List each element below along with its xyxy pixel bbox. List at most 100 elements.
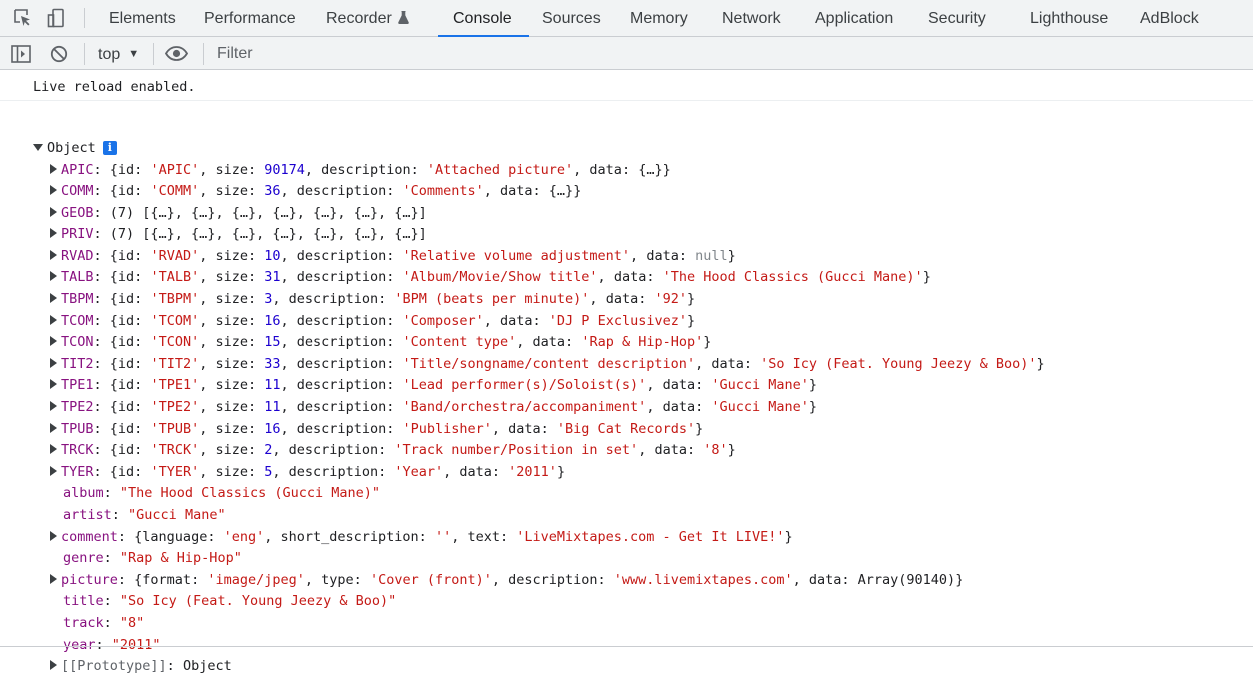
- sub-key: language: [142, 529, 208, 545]
- expand-arrow-icon[interactable]: [50, 444, 57, 454]
- tree-row-artist[interactable]: artist: "Gucci Mane": [63, 505, 226, 526]
- object-root[interactable]: Object i: [33, 138, 117, 159]
- console-message: Live reload enabled.: [0, 70, 1253, 101]
- sub-key: short_description: [280, 529, 419, 545]
- expand-arrow-icon[interactable]: [50, 379, 57, 389]
- sub-key: id: [117, 269, 135, 285]
- sub-key: id: [117, 356, 135, 372]
- tab-performance[interactable]: Performance: [204, 0, 296, 36]
- tree-row-comment[interactable]: comment: {language: 'eng', short_descrip…: [50, 527, 793, 548]
- prop-key: track: [63, 615, 104, 631]
- tab-elements[interactable]: Elements: [109, 0, 176, 36]
- tab-sources[interactable]: Sources: [542, 0, 601, 36]
- expand-arrow-icon[interactable]: [50, 164, 57, 174]
- clear-console-icon[interactable]: [50, 45, 68, 68]
- prop-key: title: [63, 593, 104, 609]
- tree-row-title[interactable]: title: "So Icy (Feat. Young Jeezy & Boo)…: [63, 591, 396, 612]
- console-toolbar: top ▼: [0, 37, 1253, 70]
- toolbar-divider: [153, 43, 154, 65]
- expand-arrow-icon[interactable]: [50, 185, 57, 195]
- tree-row-genre[interactable]: genre: "Rap & Hip-Hop": [63, 548, 242, 569]
- tree-row-prototype[interactable]: [[Prototype]]: Object: [50, 656, 232, 677]
- expand-arrow-icon[interactable]: [50, 228, 57, 238]
- tree-row-tcon[interactable]: TCON: {id: 'TCON', size: 15, description…: [50, 332, 711, 353]
- tree-row-rvad[interactable]: RVAD: {id: 'RVAD', size: 10, description…: [50, 246, 736, 267]
- inspect-element-icon[interactable]: [13, 8, 33, 28]
- tab-label: Application: [815, 10, 894, 27]
- tab-application[interactable]: Application: [815, 0, 893, 36]
- tree-row-tyer[interactable]: TYER: {id: 'TYER', size: 5, description:…: [50, 462, 565, 483]
- string-value: 'TBPM': [150, 291, 200, 307]
- string-value: 'TALB': [150, 269, 200, 285]
- tree-row-tbpm[interactable]: TBPM: {id: 'TBPM', size: 3, description:…: [50, 289, 695, 310]
- prop-key: TBPM: [61, 291, 94, 307]
- tree-row-apic[interactable]: APIC: {id: 'APIC', size: 90174, descript…: [50, 160, 671, 181]
- prop-key: album: [63, 485, 104, 501]
- expand-arrow-icon[interactable]: [50, 336, 57, 346]
- string-value: 'Rap & Hip-Hop': [581, 334, 704, 350]
- expand-arrow-icon[interactable]: [50, 531, 57, 541]
- tree-row-tit2[interactable]: TIT2: {id: 'TIT2', size: 33, description…: [50, 354, 1045, 375]
- number-value: 11: [264, 399, 281, 415]
- tree-row-picture[interactable]: picture: {format: 'image/jpeg', type: 'C…: [50, 570, 963, 591]
- tab-lighthouse[interactable]: Lighthouse: [1030, 0, 1108, 36]
- tab-adblock[interactable]: AdBlock: [1140, 0, 1199, 36]
- expand-arrow-icon[interactable]: [50, 250, 57, 260]
- string-value: 'Attached picture': [426, 162, 574, 178]
- string-value: 'TIT2': [150, 356, 200, 372]
- sub-key: description: [296, 183, 387, 199]
- info-icon[interactable]: i: [102, 141, 117, 155]
- filter-input[interactable]: [210, 41, 1247, 66]
- prop-key: TYER: [61, 464, 94, 480]
- sub-key: data: [500, 313, 533, 329]
- expand-arrow-icon[interactable]: [50, 466, 57, 476]
- string-value: 'Publisher': [402, 421, 492, 437]
- eye-icon[interactable]: [164, 46, 189, 66]
- tab-network[interactable]: Network: [722, 0, 781, 36]
- tree-row-tpe2[interactable]: TPE2: {id: 'TPE2', size: 11, description…: [50, 397, 817, 418]
- sidebar-toggle-icon[interactable]: [11, 45, 31, 68]
- expand-arrow-icon[interactable]: [50, 315, 57, 325]
- expand-arrow-icon[interactable]: [50, 574, 57, 584]
- tab-security[interactable]: Security: [928, 0, 986, 36]
- sub-key: id: [117, 291, 135, 307]
- tree-row-tcom[interactable]: TCOM: {id: 'TCOM', size: 16, description…: [50, 311, 695, 332]
- tree-row-track[interactable]: track: "8": [63, 613, 144, 634]
- tree-row-album[interactable]: album: "The Hood Classics (Gucci Mane)": [63, 483, 380, 504]
- expand-arrow-icon[interactable]: [50, 423, 57, 433]
- expand-arrow-icon[interactable]: [50, 271, 57, 281]
- sub-key: description: [288, 291, 379, 307]
- expand-arrow-icon[interactable]: [50, 660, 57, 670]
- context-selector[interactable]: top ▼: [98, 37, 139, 69]
- tab-console[interactable]: Console: [438, 0, 529, 37]
- string-value: 'COMM': [150, 183, 200, 199]
- sub-key: description: [296, 421, 387, 437]
- tree-row-trck[interactable]: TRCK: {id: 'TRCK', size: 2, description:…: [50, 440, 736, 461]
- tree-row-priv[interactable]: PRIV: (7) [{…}, {…}, {…}, {…}, {…}, {…},…: [50, 224, 427, 245]
- expand-arrow-icon[interactable]: [50, 358, 57, 368]
- device-toggle-icon[interactable]: [47, 8, 67, 28]
- sub-key: description: [296, 313, 387, 329]
- expand-arrow-icon[interactable]: [50, 207, 57, 217]
- tab-recorder[interactable]: Recorder: [326, 0, 409, 36]
- collapse-arrow-icon[interactable]: [33, 144, 43, 151]
- sub-key: description: [296, 356, 387, 372]
- sub-key: data: [662, 377, 696, 393]
- tree-row-tpub[interactable]: TPUB: {id: 'TPUB', size: 16, description…: [50, 419, 703, 440]
- string-value: "Rap & Hip-Hop": [119, 550, 242, 566]
- sub-key: data: [662, 399, 696, 415]
- sub-key: format: [142, 572, 192, 588]
- tree-row-geob[interactable]: GEOB: (7) [{…}, {…}, {…}, {…}, {…}, {…},…: [50, 203, 427, 224]
- expand-arrow-icon[interactable]: [50, 293, 57, 303]
- prop-key: TIT2: [61, 356, 94, 372]
- tab-memory[interactable]: Memory: [630, 0, 688, 36]
- string-value: 'www.livemixtapes.com': [613, 572, 793, 588]
- expand-arrow-icon[interactable]: [50, 401, 57, 411]
- tree-row-talb[interactable]: TALB: {id: 'TALB', size: 31, description…: [50, 267, 931, 288]
- sub-key: size: [215, 334, 248, 350]
- string-value: 'TCOM': [150, 313, 200, 329]
- caret-down-icon: ▼: [128, 48, 140, 60]
- tree-row-comm[interactable]: COMM: {id: 'COMM', size: 36, description…: [50, 181, 581, 202]
- tree-row-tpe1[interactable]: TPE1: {id: 'TPE1', size: 11, description…: [50, 375, 817, 396]
- string-value: 'eng': [223, 529, 265, 545]
